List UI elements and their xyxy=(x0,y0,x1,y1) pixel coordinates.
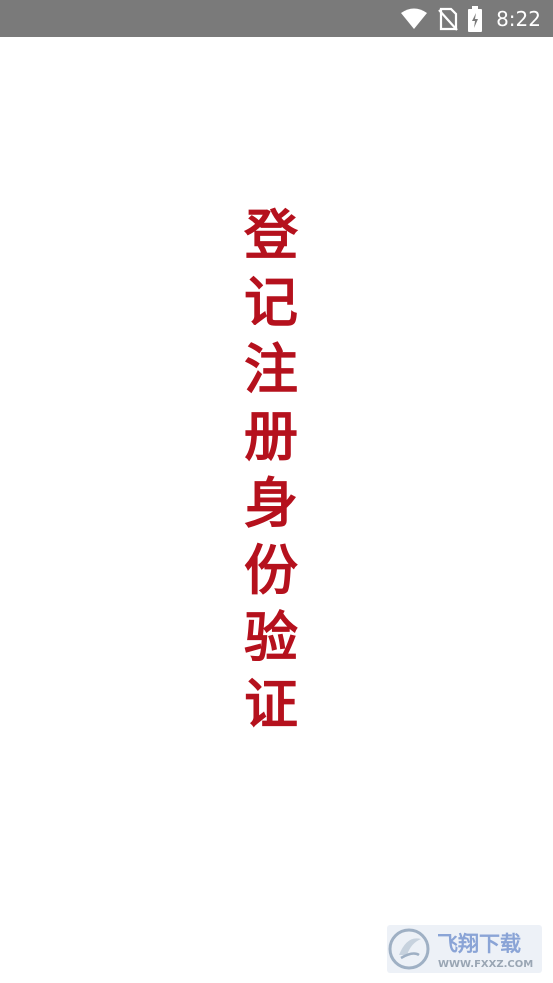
watermark-logo-graphic: 飞翔下载 WWW.FXXZ.COM xyxy=(388,928,533,970)
battery-charging-icon xyxy=(468,5,483,32)
splash-char: 注 xyxy=(244,337,298,401)
splash-title: 登 记 注 册 身 份 验 证 xyxy=(235,202,307,738)
splash-char: 记 xyxy=(244,270,298,334)
splash-char: 份 xyxy=(244,538,298,602)
watermark-logo: 飞翔下载 WWW.FXXZ.COM xyxy=(387,925,542,973)
no-sim-icon xyxy=(438,7,458,31)
wifi-icon xyxy=(400,8,428,30)
splash-char: 登 xyxy=(244,203,298,267)
svg-text:飞翔下载: 飞翔下载 xyxy=(437,932,521,956)
splash-char: 册 xyxy=(244,404,298,468)
splash-char: 身 xyxy=(244,471,298,535)
status-bar: 8:22 xyxy=(0,0,553,37)
splash-char: 验 xyxy=(244,605,298,669)
status-time: 8:22 xyxy=(496,6,541,31)
splash-char: 证 xyxy=(244,672,298,736)
status-icons: 8:22 xyxy=(400,0,541,37)
svg-text:WWW.FXXZ.COM: WWW.FXXZ.COM xyxy=(438,959,533,970)
